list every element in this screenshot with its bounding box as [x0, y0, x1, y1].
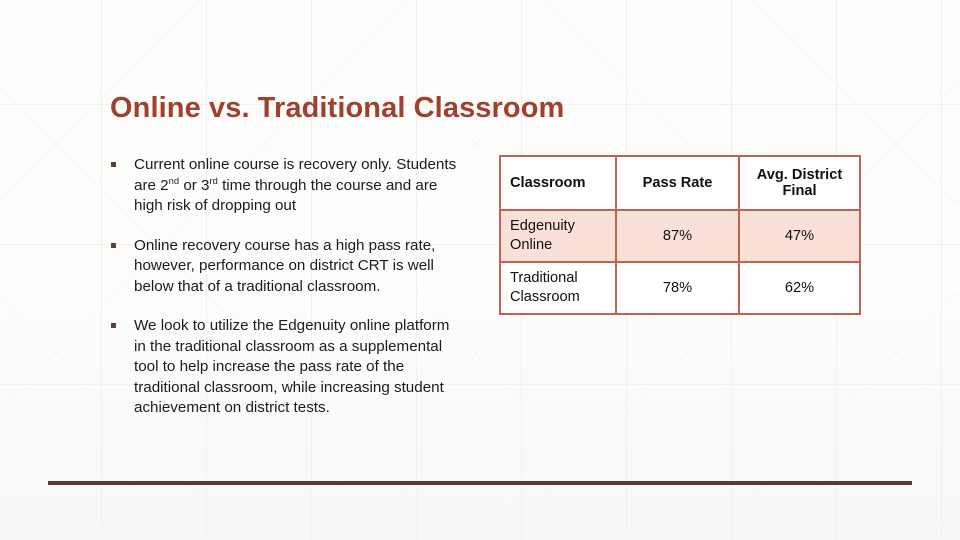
cell-classroom-name: Traditional Classroom — [499, 261, 617, 315]
square-bullet-icon — [111, 323, 116, 328]
list-item-text: We look to utilize the Edgenuity online … — [134, 317, 450, 416]
column-header-avg-district-final: Avg. District Final — [738, 155, 861, 211]
page-title: Online vs. Traditional Classroom — [110, 92, 565, 124]
list-item: Current online course is recovery only. … — [108, 155, 463, 217]
slide: Online vs. Traditional Classroom Current… — [0, 0, 960, 540]
bullet-list: Current online course is recovery only. … — [108, 155, 463, 419]
ordinal-suffix: nd — [168, 174, 180, 186]
table-row: Edgenuity Online 87% 47% — [499, 209, 861, 263]
table-body: Edgenuity Online 87% 47% Traditional Cla… — [499, 209, 861, 315]
column-header-pass-rate: Pass Rate — [615, 155, 740, 211]
list-item: Online recovery course has a high pass r… — [108, 236, 463, 298]
cell-avg-district-final: 47% — [738, 209, 861, 263]
cell-avg-district-final: 62% — [738, 261, 861, 315]
square-bullet-icon — [111, 162, 116, 167]
square-bullet-icon — [111, 242, 116, 248]
list-item-text: Current online course is recovery only. … — [134, 156, 457, 214]
list-item-text: Online recovery course has a high pass r… — [134, 236, 436, 295]
cell-pass-rate: 78% — [615, 261, 740, 315]
column-header-classroom: Classroom — [499, 155, 617, 211]
table-header-row: Classroom Pass Rate Avg. District Final — [499, 155, 861, 211]
comparison-table: Classroom Pass Rate Avg. District Final … — [499, 155, 861, 315]
table-row: Traditional Classroom 78% 62% — [499, 261, 861, 315]
table-header: Classroom Pass Rate Avg. District Final — [499, 155, 861, 211]
footer-divider — [48, 481, 912, 485]
ordinal-suffix: rd — [209, 174, 218, 186]
cell-classroom-name: Edgenuity Online — [499, 209, 617, 263]
list-item: We look to utilize the Edgenuity online … — [108, 316, 463, 419]
cell-pass-rate: 87% — [615, 209, 740, 263]
